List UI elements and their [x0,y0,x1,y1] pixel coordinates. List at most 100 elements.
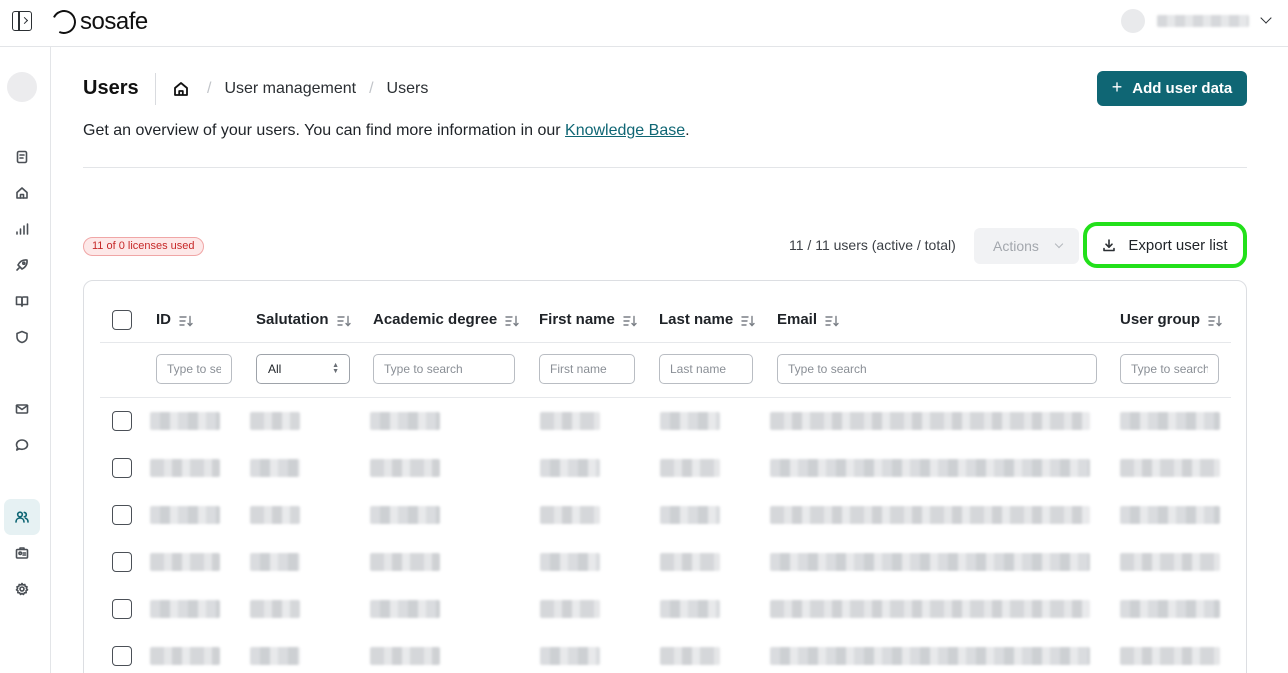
license-badge: 11 of 0 licenses used [83,237,204,256]
redacted-cell [1120,553,1220,571]
chevron-down-icon [1054,239,1064,249]
redacted-cell [1120,459,1220,477]
nav-item-analytics[interactable] [4,211,40,247]
redacted-cell [250,459,300,477]
export-user-list-button[interactable]: Export user list [1083,222,1247,268]
column-header-first-name[interactable]: First name [539,311,637,328]
id-card-icon [15,547,29,559]
nav-item-users[interactable] [4,499,40,535]
breadcrumb-user-management[interactable]: User management [224,80,356,98]
gear-icon [15,582,29,596]
top-bar: sosafe [0,0,1288,47]
redacted-cell [250,506,300,524]
redacted-cell [370,647,440,665]
id-filter-input[interactable] [156,354,232,384]
first-name-filter-input[interactable] [539,354,635,384]
add-user-data-button[interactable]: + Add user data [1097,71,1247,106]
redacted-cell [540,553,600,571]
org-avatar[interactable] [7,72,37,102]
sort-icon[interactable] [505,314,519,326]
home-icon [16,187,28,199]
avatar[interactable] [1121,9,1145,33]
sort-icon[interactable] [336,314,351,326]
redacted-cell [150,600,220,618]
redacted-cell [660,506,720,524]
redacted-cell [150,459,220,477]
home-icon[interactable] [172,80,190,98]
redacted-cell [150,506,220,524]
row-checkbox[interactable] [112,599,132,619]
column-header-email[interactable]: Email [777,311,839,328]
academic-degree-filter-input[interactable] [373,354,515,384]
column-header-label: Salutation [256,311,329,328]
sidebar-toggle-icon[interactable] [12,11,32,31]
nav-item-settings[interactable] [4,571,40,607]
redacted-cell [370,600,440,618]
download-icon [1103,239,1116,252]
column-header-last-name[interactable]: Last name [659,311,755,328]
users-table: ID Salutation Academic degree First name… [83,280,1247,673]
redacted-cell [770,553,1090,571]
email-filter-input[interactable] [777,354,1097,384]
redacted-cell [370,553,440,571]
redacted-cell [770,459,1090,477]
column-header-label: Academic degree [373,311,498,328]
redacted-cell [250,647,300,665]
salutation-filter-select[interactable]: All ▲ ▼ [256,354,350,384]
row-checkbox[interactable] [112,552,132,572]
nav-item-chat[interactable] [4,427,40,463]
sort-icon[interactable] [1208,314,1222,326]
select-arrows-icon: ▲ ▼ [332,362,339,375]
mail-icon [15,404,29,414]
nav-item-launch[interactable] [4,247,40,283]
salutation-filter-value: All [268,362,282,376]
book-icon [15,296,29,307]
column-header-id[interactable]: ID [156,311,193,328]
column-header-label: ID [156,311,171,328]
logo[interactable]: sosafe [48,6,148,38]
column-header-user-group[interactable]: User group [1120,311,1222,328]
nav-item-id[interactable] [4,535,40,571]
row-checkbox[interactable] [112,458,132,478]
redacted-cell [660,459,720,477]
row-checkbox[interactable] [112,646,132,666]
knowledge-base-link[interactable]: Knowledge Base [565,122,685,139]
chevron-down-icon[interactable] [1260,12,1272,24]
nav-item-learning[interactable] [4,283,40,319]
page-title: Users [83,77,139,99]
page-description: Get an overview of your users. You can f… [83,122,690,140]
breadcrumb-users: Users [386,80,429,97]
users-icon [15,511,29,523]
nav-item-home[interactable] [4,175,40,211]
select-all-checkbox[interactable] [112,310,132,330]
redacted-cell [660,600,720,618]
column-header-label: Email [777,311,818,328]
row-checkbox[interactable] [112,505,132,525]
column-header-salutation[interactable]: Salutation [256,311,351,328]
column-header-academic-degree[interactable]: Academic degree [373,311,519,328]
last-name-filter-input[interactable] [659,354,753,384]
breadcrumb-separator: / [207,80,212,97]
breadcrumb-separator: / [369,80,374,97]
row-checkbox[interactable] [112,411,132,431]
redacted-cell [150,647,220,665]
column-header-label: First name [539,311,615,328]
logo-text: sosafe [80,8,148,35]
sort-icon[interactable] [623,314,637,326]
sort-icon[interactable] [825,314,839,326]
redacted-cell [150,412,220,430]
user-name-blurred[interactable] [1157,15,1249,27]
user-group-filter-input[interactable] [1120,354,1219,384]
shield-icon [16,330,28,344]
sort-icon[interactable] [741,314,755,326]
sort-icon[interactable] [179,314,193,326]
redacted-cell [660,647,720,665]
redacted-cell [540,647,600,665]
redacted-cell [1120,600,1220,618]
header-divider [83,167,1247,168]
nav-item-mail[interactable] [4,391,40,427]
nav-item-security[interactable] [4,319,40,355]
actions-button[interactable]: Actions [974,228,1079,264]
add-user-data-label: Add user data [1132,80,1233,97]
nav-item-reports[interactable] [4,139,40,175]
